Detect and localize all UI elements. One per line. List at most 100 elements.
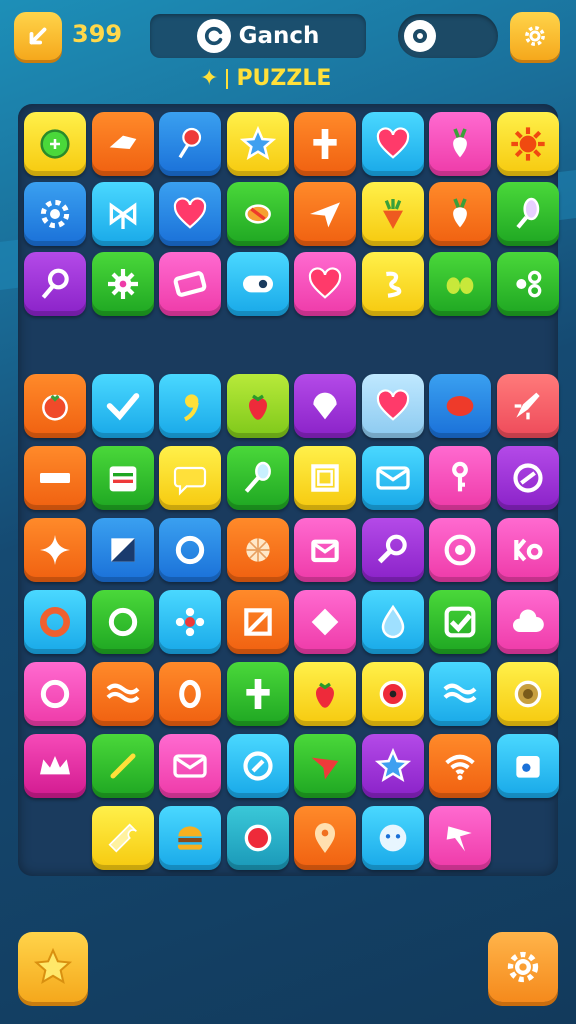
tile-ring[interactable] xyxy=(159,518,221,582)
tile-checkmark[interactable] xyxy=(91,374,154,438)
tile-circles[interactable] xyxy=(496,252,559,316)
tile-tomato[interactable] xyxy=(24,374,86,438)
mode-toggle[interactable] xyxy=(398,14,498,58)
tile-rocket[interactable] xyxy=(496,374,559,438)
tile-ticket[interactable] xyxy=(91,806,154,870)
tile-ball[interactable] xyxy=(226,806,289,870)
tile-shell[interactable] xyxy=(294,374,356,438)
back-arrow-icon xyxy=(29,27,47,45)
radish-icon xyxy=(453,128,467,158)
tile-popsicle[interactable] xyxy=(496,182,559,246)
bottom-settings-button[interactable] xyxy=(488,932,558,1002)
tile-camera[interactable] xyxy=(496,734,559,798)
tile-target[interactable] xyxy=(429,518,491,582)
face-icon xyxy=(379,824,406,852)
tile-magnifier[interactable] xyxy=(361,518,424,582)
tile-waves[interactable] xyxy=(91,662,154,726)
tile-envelope-flag[interactable] xyxy=(91,518,154,582)
heart-icon xyxy=(308,267,342,299)
tile-paper-plane[interactable] xyxy=(294,182,356,246)
stick-icon xyxy=(110,753,135,779)
tile-drop[interactable] xyxy=(361,590,424,654)
waves-icon xyxy=(443,683,477,703)
tile-diamond[interactable] xyxy=(294,590,356,654)
tile-heart[interactable] xyxy=(294,252,356,316)
splat-icon xyxy=(107,269,138,299)
target-icon xyxy=(444,534,476,566)
tile-zero[interactable] xyxy=(159,662,221,726)
tile-face[interactable] xyxy=(361,806,424,870)
back-button[interactable] xyxy=(14,12,62,60)
tile-ko[interactable] xyxy=(496,518,559,582)
tile-spark[interactable] xyxy=(429,806,491,870)
tile-radish[interactable] xyxy=(429,182,491,246)
tile-arrow[interactable] xyxy=(294,734,356,798)
tile-square-slash[interactable] xyxy=(226,590,289,654)
tile-splat[interactable] xyxy=(91,252,154,316)
tile-donut[interactable] xyxy=(24,590,86,654)
tile-candy[interactable] xyxy=(226,182,289,246)
tile-waves[interactable] xyxy=(429,662,491,726)
tile-burger[interactable] xyxy=(159,806,221,870)
donut-icon xyxy=(40,607,70,637)
tile-wifi[interactable] xyxy=(429,734,491,798)
tile-comma[interactable] xyxy=(159,374,221,438)
tile-speech-bubble[interactable] xyxy=(159,446,221,510)
tile-frame[interactable] xyxy=(294,446,356,510)
tile-cross[interactable] xyxy=(226,662,289,726)
gear-icon xyxy=(525,26,545,46)
tile-key[interactable] xyxy=(429,446,491,510)
tile-cloud[interactable] xyxy=(496,590,559,654)
capsule-icon xyxy=(242,275,273,293)
tile-cross[interactable] xyxy=(294,112,356,176)
tile-ring[interactable] xyxy=(91,590,154,654)
tile-pin[interactable] xyxy=(159,112,221,176)
tile-flower[interactable] xyxy=(159,590,221,654)
tile-paper[interactable] xyxy=(91,112,154,176)
tile-heart[interactable] xyxy=(159,182,221,246)
tile-envelope[interactable] xyxy=(159,734,221,798)
tile-carrot[interactable] xyxy=(361,182,424,246)
tile-calendar[interactable] xyxy=(91,446,154,510)
tile-circle-slash[interactable] xyxy=(496,446,559,510)
tile-stick[interactable] xyxy=(91,734,154,798)
at-icon xyxy=(242,751,273,781)
tile-tag[interactable] xyxy=(159,252,221,316)
tile-mailbox[interactable] xyxy=(294,518,356,582)
tile-lollipop[interactable] xyxy=(24,252,86,316)
ring-icon xyxy=(108,607,137,637)
tile-sun[interactable] xyxy=(496,112,559,176)
tile-green-button[interactable] xyxy=(24,112,86,176)
tile-sparkle[interactable] xyxy=(24,518,86,582)
tile-spoon[interactable] xyxy=(226,446,289,510)
tile-crown[interactable] xyxy=(24,734,86,798)
tile-star[interactable] xyxy=(361,734,424,798)
tile-at[interactable] xyxy=(226,734,289,798)
tile-swirl[interactable] xyxy=(361,252,424,316)
tile-radish[interactable] xyxy=(429,112,491,176)
settings-button[interactable] xyxy=(510,12,560,60)
tile-gear[interactable] xyxy=(24,182,86,246)
tile-ring[interactable] xyxy=(24,662,86,726)
tile-strawberry[interactable] xyxy=(226,374,289,438)
tile-capsule[interactable] xyxy=(226,252,289,316)
tile-check-box[interactable] xyxy=(429,590,491,654)
tile-olives[interactable] xyxy=(429,252,491,316)
tile-shell-round[interactable] xyxy=(226,518,289,582)
carrot-icon xyxy=(382,199,403,229)
tile-bean[interactable] xyxy=(429,374,491,438)
tile-bow[interactable] xyxy=(91,182,154,246)
tile-envelope[interactable] xyxy=(361,446,424,510)
candy-icon xyxy=(244,204,271,224)
tile-strawberry[interactable] xyxy=(294,662,356,726)
envelope-icon xyxy=(375,466,410,490)
tile-bar[interactable] xyxy=(24,446,86,510)
cross-icon xyxy=(313,129,337,159)
tile-map-pin[interactable] xyxy=(294,806,356,870)
tile-heart[interactable] xyxy=(361,112,424,176)
favorites-button[interactable] xyxy=(18,932,88,1002)
tile-ladybug[interactable] xyxy=(361,662,424,726)
tile-star[interactable] xyxy=(226,112,289,176)
tile-button[interactable] xyxy=(496,662,559,726)
tile-heart[interactable] xyxy=(361,374,424,438)
